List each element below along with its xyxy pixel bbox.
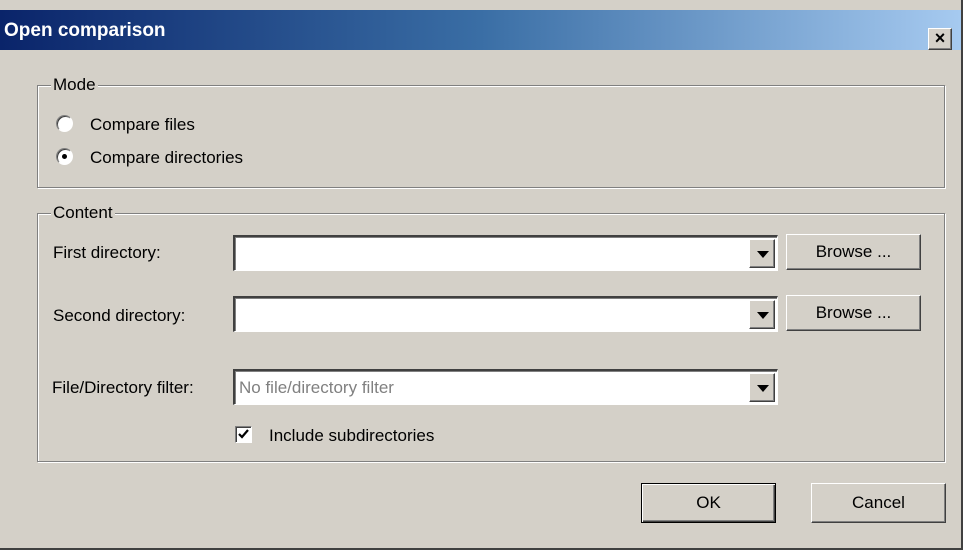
compare-directories-radio[interactable]	[56, 148, 73, 165]
filter-combo[interactable]: No file/directory filter	[233, 369, 778, 405]
checkmark-icon	[238, 429, 249, 439]
second-directory-label: Second directory:	[53, 306, 186, 325]
compare-directories-label[interactable]: Compare directories	[90, 147, 243, 169]
chevron-down-icon	[757, 385, 769, 392]
close-icon[interactable]: ×	[928, 28, 952, 50]
title-bar[interactable]: Open comparison ×	[0, 10, 961, 50]
chevron-down-icon	[757, 312, 769, 319]
content-legend: Content	[51, 202, 115, 224]
mode-legend: Mode	[51, 74, 98, 96]
cancel-button[interactable]: Cancel	[811, 483, 946, 523]
ok-button[interactable]: OK	[641, 483, 776, 523]
mode-group: Mode	[37, 74, 945, 188]
first-directory-dropdown-button[interactable]	[749, 239, 775, 268]
include-subdirectories-checkbox[interactable]	[235, 426, 252, 443]
filter-label: File/Directory filter:	[52, 378, 194, 397]
open-comparison-dialog: Open comparison × Mode Compare files Com…	[0, 0, 963, 550]
radio-selected-dot	[62, 154, 67, 159]
first-directory-label: First directory:	[53, 243, 161, 262]
filter-dropdown-button[interactable]	[749, 373, 775, 402]
compare-files-radio[interactable]	[56, 115, 73, 132]
browse-second-directory-button[interactable]: Browse ...	[786, 295, 921, 331]
browse-first-directory-button[interactable]: Browse ...	[786, 234, 921, 270]
compare-files-label[interactable]: Compare files	[90, 114, 195, 136]
first-directory-combo[interactable]	[233, 235, 778, 271]
filter-value: No file/directory filter	[239, 378, 394, 397]
chevron-down-icon	[757, 251, 769, 258]
include-subdirectories-label[interactable]: Include subdirectories	[269, 425, 434, 447]
dialog-title: Open comparison	[4, 20, 166, 41]
second-directory-dropdown-button[interactable]	[749, 300, 775, 329]
second-directory-combo[interactable]	[233, 296, 778, 332]
